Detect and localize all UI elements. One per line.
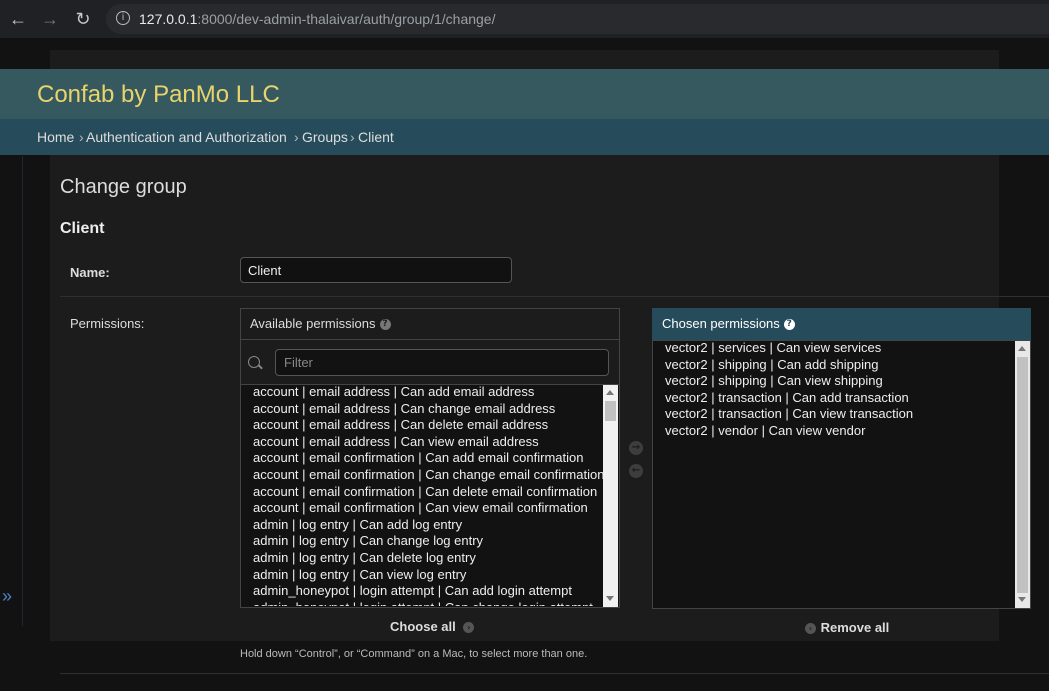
scroll-up-icon[interactable]: [1018, 346, 1026, 351]
site-title[interactable]: Confab by PanMo LLC: [37, 81, 280, 109]
scroll-thumb[interactable]: [605, 401, 616, 421]
permission-option[interactable]: admin_honeypot | login attempt | Can add…: [253, 583, 603, 600]
breadcrumb-separator: ›: [294, 129, 299, 145]
filter-input[interactable]: [275, 349, 609, 376]
available-permissions-title: Available permissions: [250, 316, 376, 331]
chosen-permissions-title: Chosen permissions: [662, 316, 780, 331]
name-input[interactable]: [240, 257, 512, 283]
forward-icon[interactable]: →: [40, 9, 60, 29]
select-help-text: Hold down “Control”, or “Command” on a M…: [240, 648, 588, 660]
permission-option[interactable]: admin_honeypot | login attempt | Can cha…: [253, 600, 603, 606]
permission-option[interactable]: admin | log entry | Can view log entry: [253, 567, 603, 584]
back-icon[interactable]: ←: [8, 9, 28, 29]
available-permissions-list[interactable]: account | email address | Can add email …: [253, 384, 603, 606]
choose-all-label: Choose all: [390, 619, 456, 634]
name-label: Name:: [70, 265, 110, 280]
search-icon: [248, 356, 260, 368]
permission-option[interactable]: account | email address | Can view email…: [253, 434, 603, 451]
url-path: :8000/dev-admin-thalaivar/auth/group/1/c…: [197, 11, 496, 27]
object-title: Client: [60, 220, 105, 237]
url-text[interactable]: 127.0.0.1:8000/dev-admin-thalaivar/auth/…: [139, 11, 495, 27]
breadcrumb-separator: ›: [350, 129, 355, 145]
remove-all-icon: ‹: [805, 623, 816, 635]
permission-option[interactable]: admin | log entry | Can delete log entry: [253, 550, 603, 567]
sidebar-divider: [22, 156, 23, 626]
permissions-label: Permissions:: [70, 316, 145, 331]
scroll-down-icon[interactable]: [1018, 597, 1026, 602]
permission-option[interactable]: account | email confirmation | Can delet…: [253, 484, 603, 501]
field-divider: [60, 296, 1049, 297]
breadcrumb-current: Client: [358, 129, 394, 145]
permission-option[interactable]: account | email address | Can add email …: [253, 384, 603, 401]
scroll-thumb[interactable]: [1017, 357, 1028, 593]
scroll-down-icon[interactable]: [606, 596, 614, 601]
permission-option[interactable]: vector2 | shipping | Can add shipping: [665, 357, 1015, 374]
sidebar-toggle-icon[interactable]: »: [2, 586, 12, 607]
permission-option[interactable]: account | email address | Can change ema…: [253, 401, 603, 418]
field-divider: [60, 673, 1049, 674]
permission-option[interactable]: account | email confirmation | Can chang…: [253, 467, 603, 484]
site-info-icon[interactable]: i: [116, 11, 130, 25]
permission-option[interactable]: account | email confirmation | Can view …: [253, 500, 603, 517]
permission-option[interactable]: vector2 | vendor | Can view vendor: [665, 423, 1015, 440]
reload-icon[interactable]: ↻: [73, 9, 93, 29]
remove-arrow-icon[interactable]: ←: [629, 464, 643, 478]
chosen-scrollbar[interactable]: [1015, 341, 1030, 608]
permission-option[interactable]: vector2 | shipping | Can view shipping: [665, 373, 1015, 390]
breadcrumb-app[interactable]: Authentication and Authorization: [86, 129, 287, 145]
choose-all-button[interactable]: Choose all ›: [390, 619, 475, 634]
available-scrollbar[interactable]: [603, 385, 618, 607]
scroll-up-icon[interactable]: [606, 390, 614, 395]
permission-option[interactable]: admin | log entry | Can add log entry: [253, 517, 603, 534]
breadcrumb-groups[interactable]: Groups: [302, 129, 348, 145]
page-title: Change group: [60, 176, 187, 198]
help-icon[interactable]: ?: [783, 319, 795, 331]
chosen-permissions-list[interactable]: vector2 | services | Can view services ve…: [665, 340, 1015, 606]
chosen-permissions-header: Chosen permissions?: [652, 308, 1031, 340]
permission-option[interactable]: vector2 | transaction | Can add transact…: [665, 390, 1015, 407]
url-host: 127.0.0.1: [139, 11, 198, 27]
available-permissions-header: Available permissions?: [240, 308, 620, 340]
breadcrumb-separator: ›: [79, 129, 84, 145]
help-icon[interactable]: ?: [379, 319, 391, 331]
permission-option[interactable]: vector2 | transaction | Can view transac…: [665, 406, 1015, 423]
breadcrumb-home[interactable]: Home: [37, 129, 74, 145]
choose-all-icon: ›: [463, 622, 475, 634]
add-arrow-icon[interactable]: →: [629, 441, 643, 455]
permission-option[interactable]: admin | log entry | Can change log entry: [253, 533, 603, 550]
permission-option[interactable]: account | email confirmation | Can add e…: [253, 450, 603, 467]
permission-option[interactable]: account | email address | Can delete ema…: [253, 417, 603, 434]
permission-option[interactable]: vector2 | services | Can view services: [665, 340, 1015, 357]
remove-all-label: Remove all: [820, 620, 890, 635]
remove-all-button[interactable]: ‹ Remove all: [805, 620, 889, 635]
